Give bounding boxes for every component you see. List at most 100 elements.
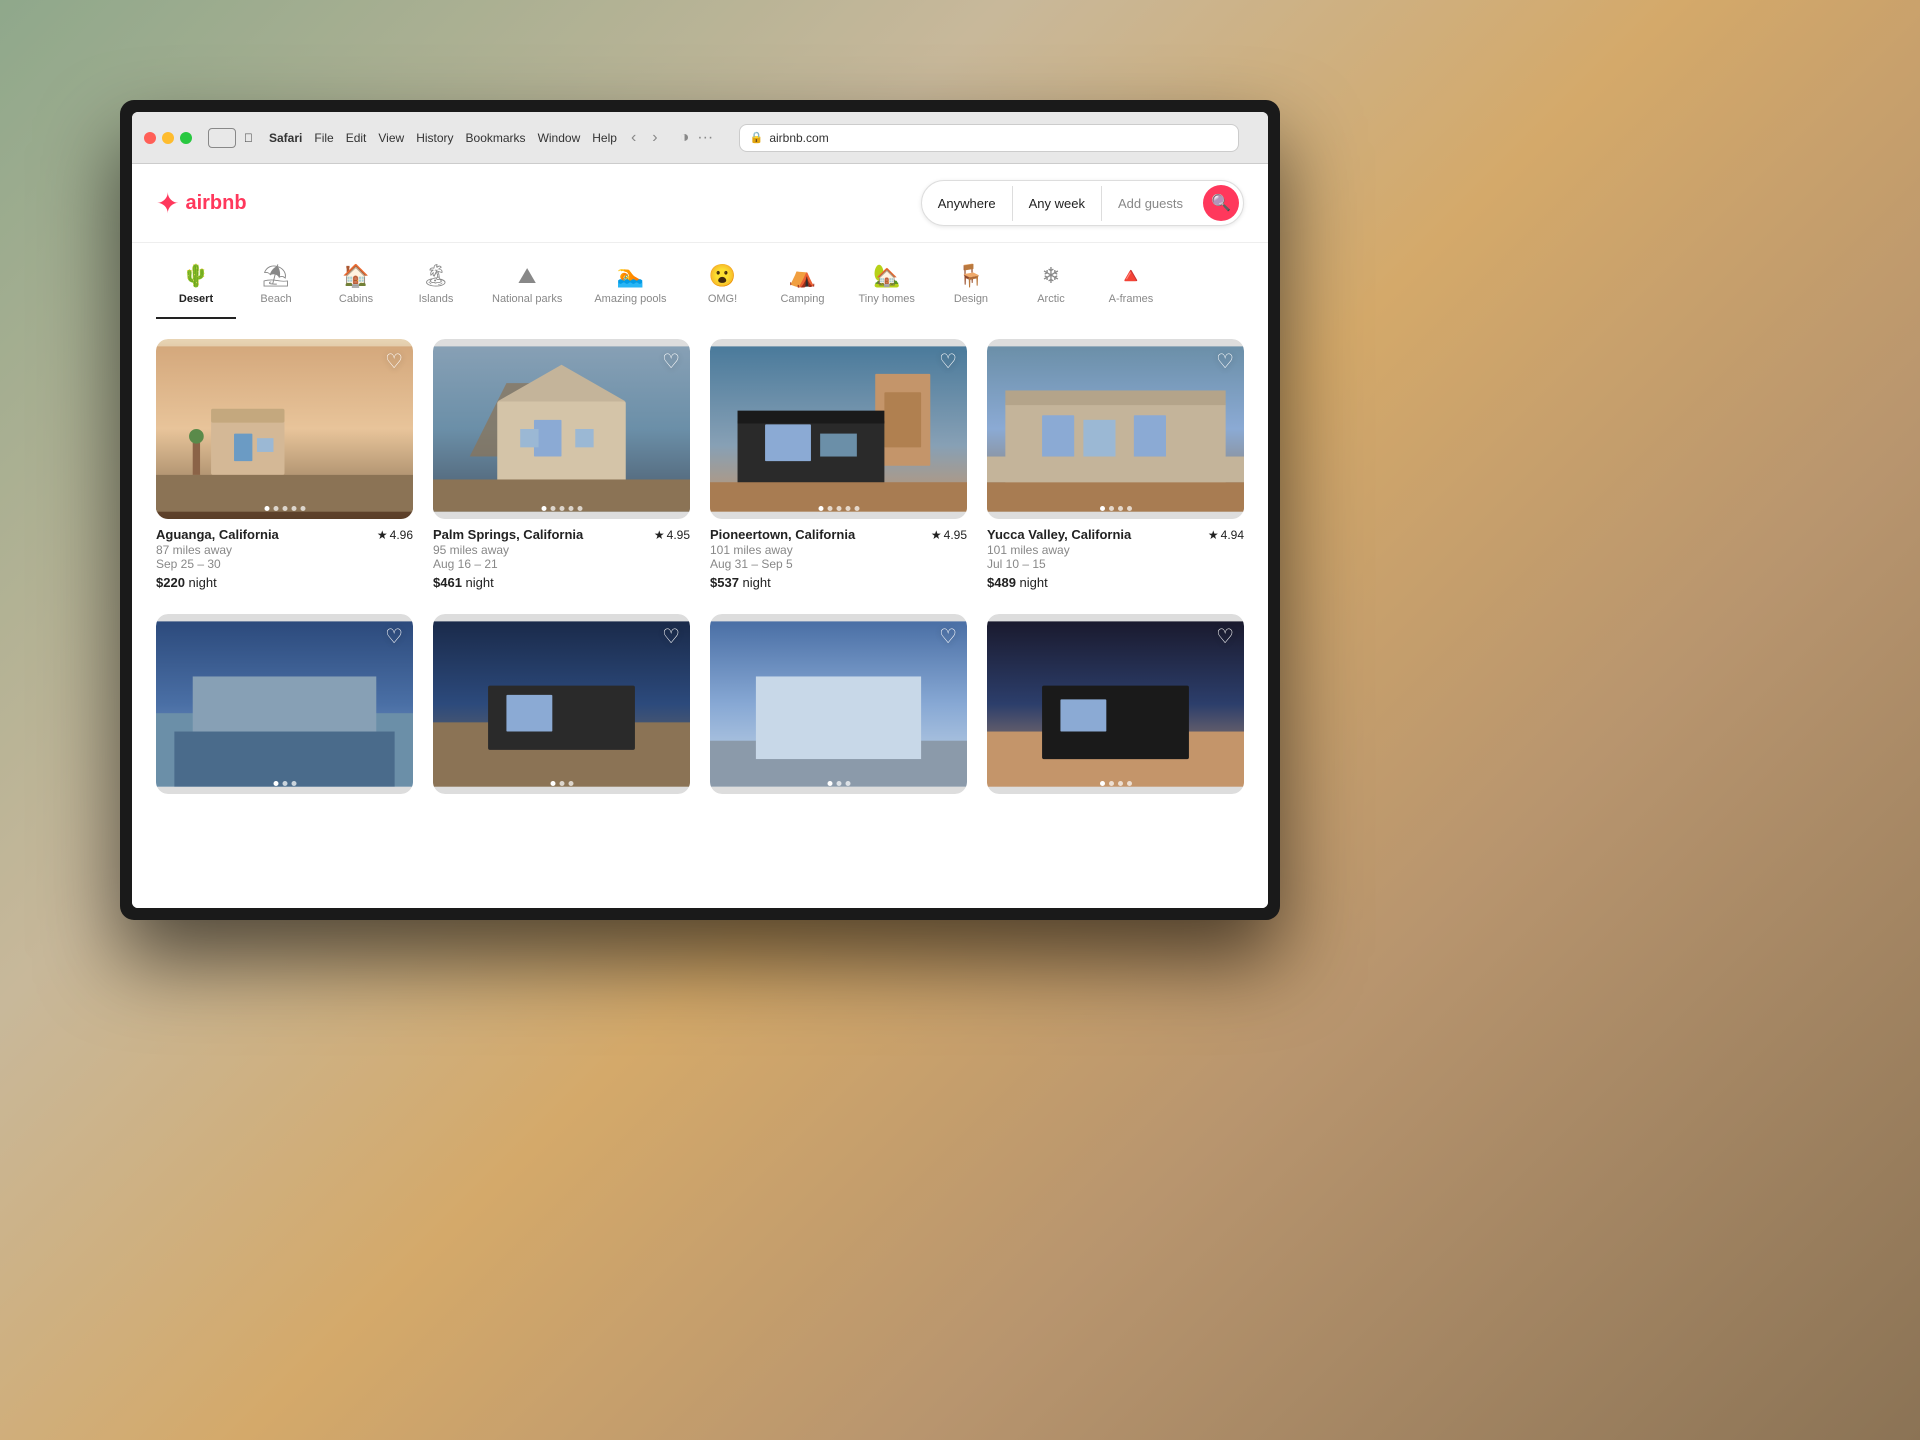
listing-card[interactable]: ♡ <box>156 614 413 794</box>
airbnb-header: ✦ airbnb Anywhere Any week Add guests 🔍 <box>132 164 1268 243</box>
listing-distance: 95 miles away <box>433 543 690 557</box>
dot <box>1118 781 1123 786</box>
listing-dots <box>264 506 305 511</box>
category-islands[interactable]: 🏝 Islands <box>396 255 476 319</box>
category-cabins[interactable]: 🏠 Cabins <box>316 255 396 319</box>
category-beach[interactable]: ⛱ Beach <box>236 255 316 319</box>
dot <box>845 781 850 786</box>
sidebar-toggle[interactable] <box>208 128 236 148</box>
wishlist-button[interactable]: ♡ <box>1216 349 1234 374</box>
category-national-parks[interactable]: ⛰ National parks <box>476 255 578 319</box>
listing-info: Yucca Valley, California ★ 4.94 101 mile… <box>987 519 1244 594</box>
listing-card[interactable]: ♡ <box>987 614 1244 794</box>
dot <box>291 781 296 786</box>
dot <box>264 506 269 511</box>
listing-image: ♡ <box>710 614 967 794</box>
listing-image: ♡ <box>433 339 690 519</box>
listing-dates: Aug 31 – Sep 5 <box>710 557 967 571</box>
category-islands-label: Islands <box>419 293 454 305</box>
price-value: $489 <box>987 575 1016 590</box>
search-any-week[interactable]: Any week <box>1013 186 1102 221</box>
safari-menu-item-file[interactable]: File <box>314 131 333 145</box>
listing-title-row: Palm Springs, California ★ 4.95 <box>433 527 690 542</box>
price-suffix: night <box>189 575 217 590</box>
listing-card[interactable]: ♡ Aguanga, California <box>156 339 413 594</box>
listing-info: Pioneertown, California ★ 4.95 101 miles… <box>710 519 967 594</box>
forward-button[interactable]: › <box>646 127 663 149</box>
category-arctic-label: Arctic <box>1037 293 1065 305</box>
dot <box>550 506 555 511</box>
category-camping[interactable]: ⛺ Camping <box>762 255 842 319</box>
rating-value: 4.94 <box>1221 528 1244 542</box>
address-bar[interactable]: 🔒 airbnb.com <box>739 124 1239 152</box>
maximize-button[interactable] <box>180 132 192 144</box>
category-omg[interactable]: 😮 OMG! <box>682 255 762 319</box>
listing-info: Palm Springs, California ★ 4.95 95 miles… <box>433 519 690 594</box>
rating-value: 4.95 <box>667 528 690 542</box>
search-button[interactable]: 🔍 <box>1203 185 1239 221</box>
search-anywhere[interactable]: Anywhere <box>922 186 1013 221</box>
category-arctic[interactable]: ❄ Arctic <box>1011 255 1091 319</box>
listing-dots <box>827 781 850 786</box>
listing-location: Yucca Valley, California <box>987 527 1131 542</box>
listing-distance: 87 miles away <box>156 543 413 557</box>
safari-toolbar:  Safari File Edit View History Bookmark… <box>132 112 1268 164</box>
islands-icon: 🏝 <box>422 263 450 289</box>
rating-value: 4.95 <box>944 528 967 542</box>
apple-icon:  <box>244 131 253 145</box>
listing-photo <box>156 614 413 794</box>
airbnb-logo-icon: ✦ <box>156 187 179 220</box>
listing-dots <box>550 781 573 786</box>
listing-card[interactable]: ♡ <box>433 614 690 794</box>
category-a-frames[interactable]: 🔺 A-frames <box>1091 255 1171 319</box>
minimize-button[interactable] <box>162 132 174 144</box>
listing-card[interactable]: ♡ Palm Springs, California <box>433 339 690 594</box>
wishlist-button[interactable]: ♡ <box>662 624 680 649</box>
dot <box>1109 781 1114 786</box>
safari-menu-item-view[interactable]: View <box>378 131 404 145</box>
category-desert[interactable]: 🌵 Desert <box>156 255 236 319</box>
listing-card[interactable]: ♡ Pioneertown, California <box>710 339 967 594</box>
wishlist-button[interactable]: ♡ <box>662 349 680 374</box>
listing-dates: Sep 25 – 30 <box>156 557 413 571</box>
listing-photo <box>987 339 1244 519</box>
safari-menu-item-safari[interactable]: Safari <box>269 131 302 145</box>
beach-icon: ⛱ <box>262 263 290 289</box>
dot <box>854 506 859 511</box>
cabins-icon: 🏠 <box>342 263 369 289</box>
back-button[interactable]: ‹ <box>625 127 642 149</box>
wishlist-button[interactable]: ♡ <box>1216 624 1234 649</box>
close-button[interactable] <box>144 132 156 144</box>
search-add-guests[interactable]: Add guests <box>1102 186 1199 221</box>
safari-menu-item-history[interactable]: History <box>416 131 453 145</box>
category-design-label: Design <box>954 293 988 305</box>
dot <box>282 781 287 786</box>
safari-menu-item-edit[interactable]: Edit <box>346 131 367 145</box>
listing-location: Pioneertown, California <box>710 527 855 542</box>
category-tiny-homes[interactable]: 🏡 Tiny homes <box>842 255 930 319</box>
safari-menu-item-window[interactable]: Window <box>538 131 581 145</box>
screen:  Safari File Edit View History Bookmark… <box>132 112 1268 908</box>
safari-menu-item-help[interactable]: Help <box>592 131 617 145</box>
wishlist-button[interactable]: ♡ <box>385 624 403 649</box>
wishlist-button[interactable]: ♡ <box>939 624 957 649</box>
listing-card[interactable]: ♡ <box>710 614 967 794</box>
wishlist-button[interactable]: ♡ <box>385 349 403 374</box>
listing-card[interactable]: ♡ Yucca Valley, California ★ <box>987 339 1244 594</box>
listing-price: $489 night <box>987 575 1244 590</box>
design-icon: 🪑 <box>957 263 984 289</box>
wishlist-button[interactable]: ♡ <box>939 349 957 374</box>
listing-rating: ★ 4.95 <box>654 528 690 542</box>
safari-menu-item-bookmarks[interactable]: Bookmarks <box>466 131 526 145</box>
category-a-frames-label: A-frames <box>1109 293 1154 305</box>
category-amazing-pools[interactable]: 🏊 Amazing pools <box>578 255 682 319</box>
safari-menu-bar:  Safari File Edit View History Bookmark… <box>244 131 617 145</box>
airbnb-logo[interactable]: ✦ airbnb <box>156 187 247 220</box>
dot <box>845 506 850 511</box>
category-design[interactable]: 🪑 Design <box>931 255 1011 319</box>
dot <box>836 781 841 786</box>
dot <box>818 506 823 511</box>
listing-photo <box>433 339 690 519</box>
dot <box>1100 506 1105 511</box>
dot <box>1127 506 1132 511</box>
